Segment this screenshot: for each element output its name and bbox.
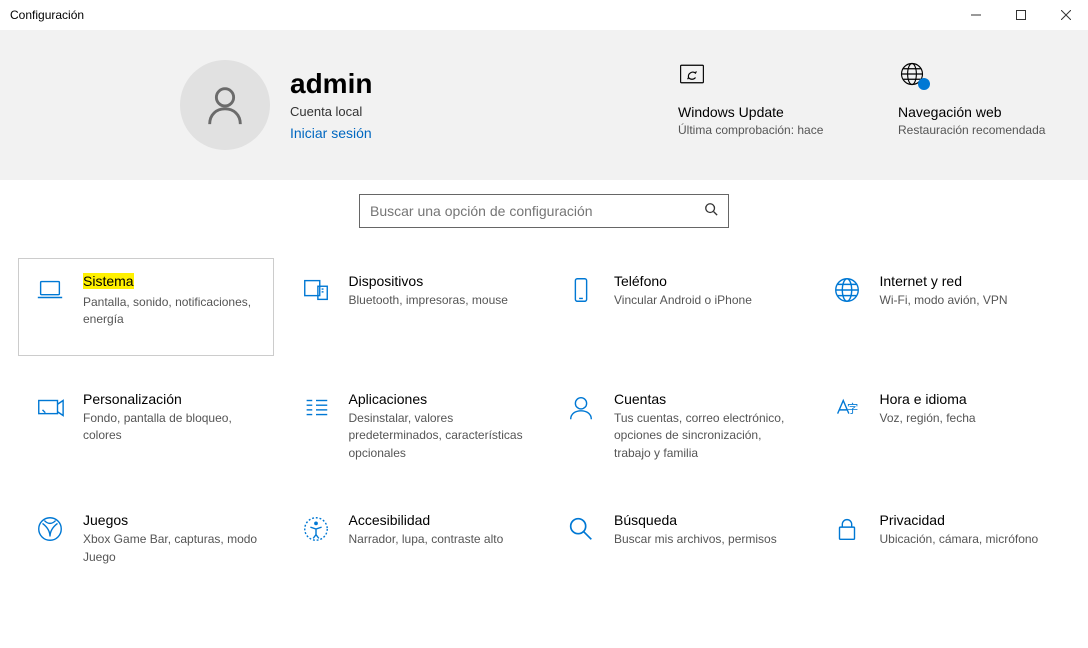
header-region: admin Cuenta local Iniciar sesión Window… bbox=[0, 30, 1088, 180]
svg-text:字: 字 bbox=[847, 402, 858, 416]
search-input[interactable] bbox=[370, 203, 704, 219]
status-title: Navegación web bbox=[898, 104, 1048, 120]
minimize-button[interactable] bbox=[953, 0, 998, 30]
tile-telefono[interactable]: Teléfono Vincular Android o iPhone bbox=[549, 258, 805, 356]
tile-sistema[interactable]: Sistema Pantalla, sonido, notificaciones… bbox=[18, 258, 274, 356]
window-controls bbox=[953, 0, 1088, 30]
tile-desc: Tus cuentas, correo electrónico, opcione… bbox=[614, 410, 790, 462]
globe-icon bbox=[898, 60, 1048, 94]
tile-aplicaciones[interactable]: Aplicaciones Desinstalar, valores predet… bbox=[284, 376, 540, 477]
tile-title: Hora e idioma bbox=[880, 391, 1056, 407]
window-title: Configuración bbox=[10, 8, 953, 22]
tile-desc: Wi-Fi, modo avión, VPN bbox=[880, 292, 1056, 309]
tile-desc: Ubicación, cámara, micrófono bbox=[880, 531, 1056, 548]
user-icon bbox=[202, 82, 248, 128]
signin-link[interactable]: Iniciar sesión bbox=[290, 125, 372, 141]
user-name: admin bbox=[290, 68, 372, 100]
tile-desc: Narrador, lupa, contraste alto bbox=[349, 531, 525, 548]
xbox-icon bbox=[33, 512, 67, 544]
header-inner: admin Cuenta local Iniciar sesión Window… bbox=[0, 60, 1088, 150]
tile-horaidioma[interactable]: 字 Hora e idioma Voz, región, fecha bbox=[815, 376, 1071, 477]
search-icon bbox=[704, 202, 718, 221]
tile-desc: Bluetooth, impresoras, mouse bbox=[349, 292, 525, 309]
tile-title: Cuentas bbox=[614, 391, 790, 407]
tile-title: Accesibilidad bbox=[349, 512, 525, 528]
apps-icon bbox=[299, 391, 333, 423]
language-icon: 字 bbox=[830, 391, 864, 423]
user-info: admin Cuenta local Iniciar sesión bbox=[290, 68, 372, 143]
tile-cuentas[interactable]: Cuentas Tus cuentas, correo electrónico,… bbox=[549, 376, 805, 477]
alert-dot-icon bbox=[918, 78, 930, 90]
lock-icon bbox=[830, 512, 864, 544]
maximize-button[interactable] bbox=[998, 0, 1043, 30]
status-desc: Última comprobación: hace bbox=[678, 122, 828, 139]
phone-icon bbox=[564, 273, 598, 305]
user-block[interactable]: admin Cuenta local Iniciar sesión bbox=[180, 60, 638, 150]
tile-privacidad[interactable]: Privacidad Ubicación, cámara, micrófono bbox=[815, 497, 1071, 595]
laptop-icon bbox=[33, 273, 67, 305]
tile-internet[interactable]: Internet y red Wi-Fi, modo avión, VPN bbox=[815, 258, 1071, 356]
tile-desc: Fondo, pantalla de bloqueo, colores bbox=[83, 410, 259, 445]
sync-icon bbox=[678, 60, 828, 94]
account-type: Cuenta local bbox=[290, 104, 372, 119]
status-windows-update[interactable]: Windows Update Última comprobación: hace bbox=[678, 60, 828, 139]
tile-desc: Xbox Game Bar, capturas, modo Juego bbox=[83, 531, 259, 566]
search-row bbox=[0, 180, 1088, 258]
search-box[interactable] bbox=[359, 194, 729, 228]
magnifier-icon bbox=[564, 512, 598, 544]
person-icon bbox=[564, 391, 598, 423]
status-web[interactable]: Navegación web Restauración recomendada bbox=[898, 60, 1048, 139]
tile-title: Personalización bbox=[83, 391, 259, 407]
tile-desc: Vincular Android o iPhone bbox=[614, 292, 790, 309]
tile-title: Búsqueda bbox=[614, 512, 790, 528]
tile-desc: Pantalla, sonido, notificaciones, energí… bbox=[83, 294, 259, 329]
close-button[interactable] bbox=[1043, 0, 1088, 30]
status-desc: Restauración recomendada bbox=[898, 122, 1048, 139]
tile-desc: Desinstalar, valores predeterminados, ca… bbox=[349, 410, 525, 462]
settings-grid: Sistema Pantalla, sonido, notificaciones… bbox=[0, 258, 1088, 595]
titlebar: Configuración bbox=[0, 0, 1088, 30]
tile-busqueda[interactable]: Búsqueda Buscar mis archivos, permisos bbox=[549, 497, 805, 595]
status-title: Windows Update bbox=[678, 104, 828, 120]
tile-title: Privacidad bbox=[880, 512, 1056, 528]
tile-desc: Buscar mis archivos, permisos bbox=[614, 531, 790, 548]
tile-accesibilidad[interactable]: Accesibilidad Narrador, lupa, contraste … bbox=[284, 497, 540, 595]
tile-title: Teléfono bbox=[614, 273, 790, 289]
tile-dispositivos[interactable]: Dispositivos Bluetooth, impresoras, mous… bbox=[284, 258, 540, 356]
tile-desc: Voz, región, fecha bbox=[880, 410, 1056, 427]
tile-title: Aplicaciones bbox=[349, 391, 525, 407]
globe-grid-icon bbox=[830, 273, 864, 305]
status-block: Windows Update Última comprobación: hace… bbox=[678, 60, 1048, 139]
avatar bbox=[180, 60, 270, 150]
brush-icon bbox=[33, 391, 67, 423]
accessibility-icon bbox=[299, 512, 333, 544]
tile-title: Internet y red bbox=[880, 273, 1056, 289]
devices-icon bbox=[299, 273, 333, 305]
tile-title: Sistema bbox=[83, 273, 134, 289]
tile-title: Juegos bbox=[83, 512, 259, 528]
tile-title: Dispositivos bbox=[349, 273, 525, 289]
tile-personalizacion[interactable]: Personalización Fondo, pantalla de bloqu… bbox=[18, 376, 274, 477]
tile-juegos[interactable]: Juegos Xbox Game Bar, capturas, modo Jue… bbox=[18, 497, 274, 595]
